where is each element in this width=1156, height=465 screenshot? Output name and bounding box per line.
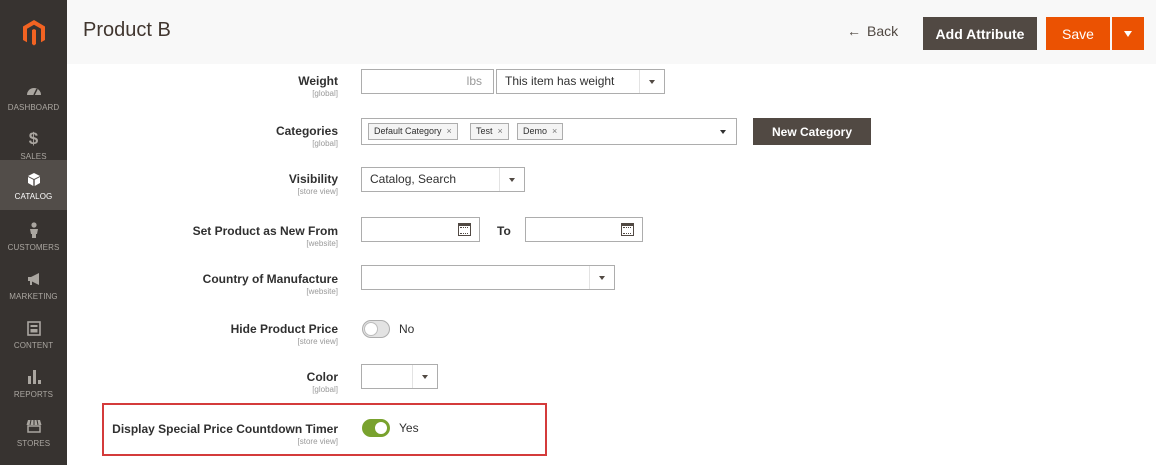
toggle-knob bbox=[374, 421, 388, 435]
page-header: Product B ← Back Add Attribute Save bbox=[67, 0, 1156, 64]
category-tag-label: Default Category bbox=[374, 126, 442, 136]
hide-price-label: Hide Product Price [store view] bbox=[231, 322, 338, 346]
hide-price-state: No bbox=[399, 322, 415, 336]
chevron-down-icon bbox=[589, 266, 614, 289]
category-tag-default[interactable]: Default Category × bbox=[368, 123, 458, 140]
dollar-icon: $ bbox=[28, 129, 39, 148]
visibility-name: Visibility bbox=[288, 172, 338, 186]
color-select[interactable] bbox=[361, 364, 438, 389]
new-to-date-input[interactable] bbox=[525, 217, 643, 242]
save-button[interactable]: Save bbox=[1046, 17, 1110, 50]
category-tag-demo[interactable]: Demo × bbox=[517, 123, 564, 140]
calendar-icon[interactable] bbox=[458, 223, 471, 236]
new-from-name: Set Product as New From bbox=[192, 224, 338, 238]
save-options-toggle[interactable] bbox=[1112, 17, 1144, 50]
arrow-left-icon: ← bbox=[847, 23, 861, 39]
admin-sidebar: DASHBOARD $ SALES CATALOG CUSTOMERS MARK… bbox=[0, 0, 67, 465]
category-tag-label: Test bbox=[476, 126, 493, 136]
hide-price-name: Hide Product Price bbox=[230, 322, 338, 336]
visibility-label: Visibility [store view] bbox=[289, 172, 338, 196]
visibility-select[interactable]: Catalog, Search bbox=[361, 167, 525, 192]
remove-tag-icon[interactable]: × bbox=[552, 126, 557, 136]
nav-content-label: CONTENT bbox=[13, 341, 54, 350]
nav-customers-label: CUSTOMERS bbox=[7, 243, 60, 252]
new-from-date-input[interactable] bbox=[361, 217, 480, 242]
categories-scope: [global] bbox=[312, 139, 338, 148]
nav-marketing[interactable]: MARKETING bbox=[0, 261, 67, 309]
page-title: Product B bbox=[83, 19, 171, 41]
categories-name: Categories bbox=[275, 124, 338, 138]
nav-reports-label: REPORTS bbox=[13, 390, 54, 399]
new-category-button[interactable]: New Category bbox=[753, 118, 871, 145]
categories-label: Categories [global] bbox=[276, 124, 338, 148]
chevron-down-icon bbox=[1124, 30, 1132, 37]
countdown-label: Display Special Price Countdown Timer [s… bbox=[112, 422, 338, 446]
country-scope: [website] bbox=[306, 287, 338, 296]
chevron-down-icon bbox=[639, 70, 664, 93]
nav-catalog[interactable]: CATALOG bbox=[0, 160, 67, 210]
nav-stores[interactable]: STORES bbox=[0, 408, 67, 456]
remove-tag-icon[interactable]: × bbox=[498, 126, 503, 136]
nav-reports[interactable]: REPORTS bbox=[0, 359, 67, 407]
weight-unit: lbs bbox=[466, 74, 482, 88]
megaphone-icon bbox=[26, 269, 42, 289]
country-name: Country of Manufacture bbox=[202, 272, 338, 286]
new-from-label: Set Product as New From [website] bbox=[193, 224, 338, 248]
magento-logo-icon bbox=[22, 20, 45, 46]
store-icon bbox=[26, 416, 42, 436]
visibility-scope: [store view] bbox=[297, 187, 338, 196]
color-scope: [global] bbox=[312, 385, 338, 394]
weight-label: Weight [global] bbox=[298, 74, 338, 98]
country-label: Country of Manufacture [website] bbox=[203, 272, 338, 296]
countdown-state: Yes bbox=[399, 421, 419, 435]
layout-icon bbox=[26, 318, 41, 338]
weight-input[interactable]: lbs bbox=[361, 69, 494, 94]
hide-price-toggle[interactable] bbox=[362, 320, 390, 338]
countdown-name: Display Special Price Countdown Timer bbox=[112, 422, 338, 436]
product-form: Weight [global] lbs This item has weight… bbox=[67, 64, 1156, 465]
remove-tag-icon[interactable]: × bbox=[447, 126, 452, 136]
nav-customers[interactable]: CUSTOMERS bbox=[0, 212, 67, 260]
countdown-scope: [store view] bbox=[297, 437, 338, 446]
nav-dashboard[interactable]: DASHBOARD bbox=[0, 72, 67, 120]
weight-type-value: This item has weight bbox=[505, 74, 615, 88]
nav-catalog-label: CATALOG bbox=[14, 192, 53, 201]
person-icon bbox=[28, 220, 40, 240]
chevron-down-icon[interactable] bbox=[720, 130, 726, 134]
visibility-value: Catalog, Search bbox=[370, 172, 457, 186]
bar-chart-icon bbox=[27, 367, 41, 387]
color-label: Color [global] bbox=[307, 370, 338, 394]
add-attribute-button[interactable]: Add Attribute bbox=[923, 17, 1037, 50]
calendar-icon[interactable] bbox=[621, 223, 634, 236]
weight-type-select[interactable]: This item has weight bbox=[496, 69, 665, 94]
nav-marketing-label: MARKETING bbox=[9, 292, 58, 301]
weight-scope: [global] bbox=[312, 89, 338, 98]
magento-logo[interactable] bbox=[0, 0, 67, 66]
color-name: Color bbox=[306, 370, 338, 384]
back-button[interactable]: ← Back bbox=[847, 23, 898, 39]
to-label: To bbox=[497, 224, 511, 238]
toggle-knob bbox=[364, 322, 378, 336]
chevron-down-icon bbox=[499, 168, 524, 191]
nav-content[interactable]: CONTENT bbox=[0, 310, 67, 358]
box-icon bbox=[27, 169, 41, 189]
category-tag-label: Demo bbox=[523, 126, 548, 136]
category-tag-test[interactable]: Test × bbox=[470, 123, 509, 140]
nav-stores-label: STORES bbox=[16, 439, 51, 448]
new-from-scope: [website] bbox=[306, 239, 338, 248]
categories-multiselect[interactable]: Default Category × Test × Demo × bbox=[361, 118, 737, 145]
chevron-down-icon bbox=[412, 365, 437, 388]
weight-name: Weight bbox=[298, 74, 338, 88]
nav-dashboard-label: DASHBOARD bbox=[7, 103, 60, 112]
hide-price-scope: [store view] bbox=[297, 337, 338, 346]
dashboard-icon bbox=[26, 80, 42, 100]
countdown-toggle[interactable] bbox=[362, 419, 390, 437]
country-select[interactable] bbox=[361, 265, 615, 290]
back-label: Back bbox=[867, 23, 899, 39]
